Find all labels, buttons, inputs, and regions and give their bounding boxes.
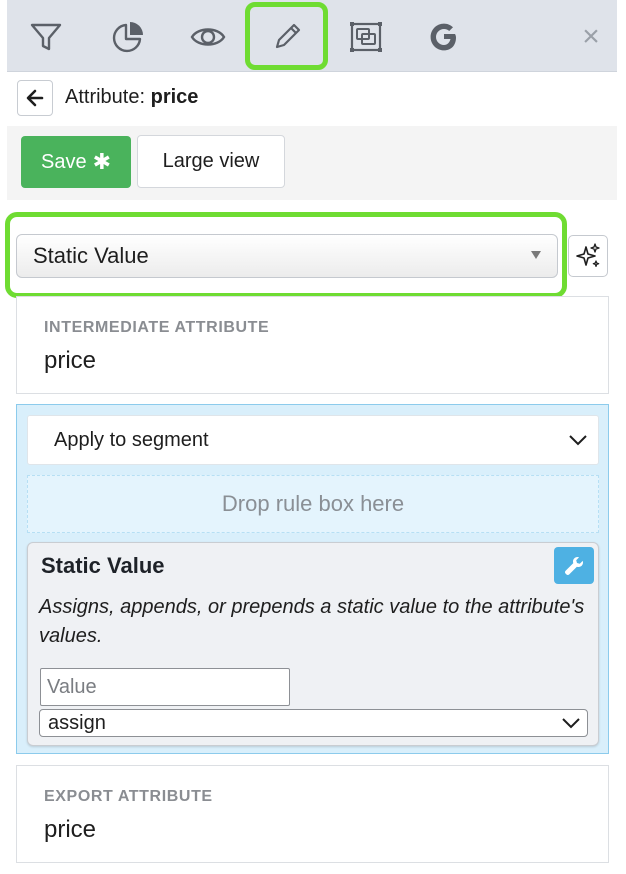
close-symbol: ×	[582, 20, 600, 53]
attribute-header: Attribute: price	[7, 72, 617, 126]
action-bar: Save ✱ Large view	[7, 126, 617, 200]
mode-select[interactable]: assign	[39, 709, 588, 737]
value-input[interactable]	[40, 668, 290, 706]
title-prefix: Attribute:	[65, 86, 146, 108]
rule-title: Static Value	[41, 553, 165, 578]
mode-value: assign	[48, 711, 106, 734]
rule-description: Assigns, appends, or prepends a static v…	[39, 596, 585, 647]
segment-select[interactable]: Apply to segment	[27, 415, 599, 465]
intermediate-caption: INTERMEDIATE ATTRIBUTE	[44, 319, 270, 336]
rule-drop-zone[interactable]: Drop rule box here	[27, 475, 599, 533]
page-title: Attribute: price	[65, 86, 198, 109]
save-button[interactable]: Save ✱	[21, 136, 131, 188]
sparkle-icon	[576, 243, 600, 267]
rule-settings-button[interactable]	[554, 547, 594, 584]
arrow-left-icon	[26, 89, 44, 107]
large-view-button[interactable]: Large view	[137, 135, 285, 188]
close-icon[interactable]: ×	[575, 12, 607, 62]
active-tab-highlight	[245, 2, 328, 70]
intermediate-attribute-box: INTERMEDIATE ATTRIBUTE price	[16, 296, 609, 394]
wrench-icon	[564, 556, 583, 575]
static-value-rule-card: Static Value Assigns, appends, or prepen…	[27, 542, 599, 746]
segment-label: Apply to segment	[54, 428, 209, 451]
chevron-down-icon	[569, 435, 587, 446]
ai-sparkle-button[interactable]	[568, 235, 608, 277]
save-label: Save	[40, 150, 87, 173]
attribute-name: price	[150, 86, 199, 108]
rules-container: Apply to segment Drop rule box here Stat…	[16, 404, 609, 754]
intermediate-value: price	[44, 347, 97, 374]
eye-icon[interactable]	[183, 12, 233, 62]
export-attribute-box: EXPORT ATTRIBUTE price	[16, 765, 609, 863]
rule-type-select[interactable]: Static Value	[16, 234, 558, 278]
export-caption: EXPORT ATTRIBUTE	[44, 788, 213, 805]
export-value: price	[44, 816, 97, 843]
chevron-down-icon	[562, 718, 580, 729]
attribute-panel: × Attribute: price Save ✱ Large view Sta…	[5, 0, 617, 874]
rule-type-value: Static Value	[33, 243, 149, 268]
frame-icon[interactable]	[341, 12, 391, 62]
toolbar: ×	[7, 0, 617, 72]
dropdown-arrow-icon	[531, 251, 541, 259]
google-icon[interactable]	[419, 12, 469, 62]
filter-icon[interactable]	[21, 12, 71, 62]
pie-chart-icon[interactable]	[103, 12, 153, 62]
unsaved-marker-icon: ✱	[92, 149, 112, 174]
back-button[interactable]	[17, 80, 53, 116]
